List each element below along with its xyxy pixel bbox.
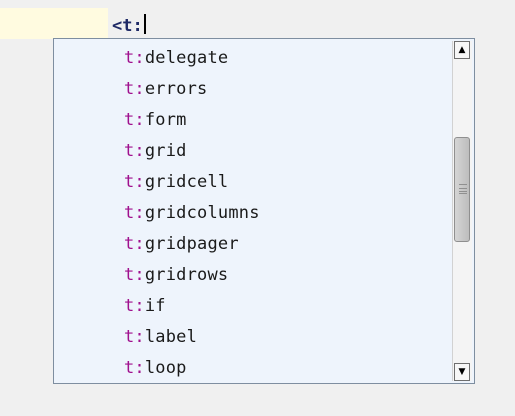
completion-namespace: t: (124, 110, 145, 130)
completion-namespace: t: (124, 48, 145, 68)
completion-name: errors (144, 79, 208, 99)
completion-namespace: t: (124, 203, 145, 223)
completion-namespace: t: (124, 172, 145, 192)
completion-namespace: t: (124, 296, 145, 316)
completion-name: loop (144, 358, 187, 378)
scroll-up-arrow-icon[interactable]: ▲ (454, 41, 470, 59)
completion-item-form[interactable]: t:form (124, 107, 187, 134)
typed-code[interactable]: <t: (112, 14, 146, 36)
completion-name: gridcolumns (144, 203, 260, 223)
completion-name: label (144, 327, 198, 347)
completion-name: gridcell (144, 172, 229, 192)
autocomplete-popup: t:delegate t:errors t:form t:grid t:grid… (53, 38, 475, 384)
completion-name: form (144, 110, 187, 130)
text-caret (143, 14, 146, 34)
completion-namespace: t: (124, 358, 145, 378)
completion-item-gridpager[interactable]: t:gridpager (124, 231, 239, 258)
completion-namespace: t: (124, 79, 145, 99)
completion-item-gridcolumns[interactable]: t:gridcolumns (124, 200, 260, 227)
editor-current-line[interactable]: <t: (0, 8, 515, 39)
grip-icon (459, 184, 467, 194)
completion-name: gridrows (144, 265, 229, 285)
completion-item-delegate[interactable]: t:delegate (124, 45, 228, 72)
completion-item-errors[interactable]: t:errors (124, 76, 207, 103)
scrollbar-thumb[interactable] (454, 137, 470, 242)
completion-name: grid (144, 141, 187, 161)
completion-item-grid[interactable]: t:grid (124, 138, 187, 165)
completion-name: if (144, 296, 166, 316)
completion-list[interactable]: t:delegate t:errors t:form t:grid t:grid… (54, 39, 452, 383)
completion-namespace: t: (124, 265, 145, 285)
completion-item-gridcell[interactable]: t:gridcell (124, 169, 228, 196)
completion-name: gridpager (144, 234, 239, 254)
completion-namespace: t: (124, 327, 145, 347)
completion-namespace: t: (124, 234, 145, 254)
vertical-scrollbar[interactable]: ▲ ▼ (452, 41, 472, 381)
scroll-down-arrow-icon[interactable]: ▼ (454, 363, 470, 381)
completion-item-label[interactable]: t:label (124, 324, 197, 351)
completion-item-gridrows[interactable]: t:gridrows (124, 262, 228, 289)
completion-namespace: t: (124, 141, 145, 161)
current-line-highlight (0, 8, 108, 39)
completion-item-if[interactable]: t:if (124, 293, 166, 320)
completion-item-loop[interactable]: t:loop (124, 355, 187, 382)
completion-name: delegate (144, 48, 229, 68)
typed-namespace-prefix: t: (122, 16, 143, 36)
tag-open-bracket: < (112, 16, 123, 36)
